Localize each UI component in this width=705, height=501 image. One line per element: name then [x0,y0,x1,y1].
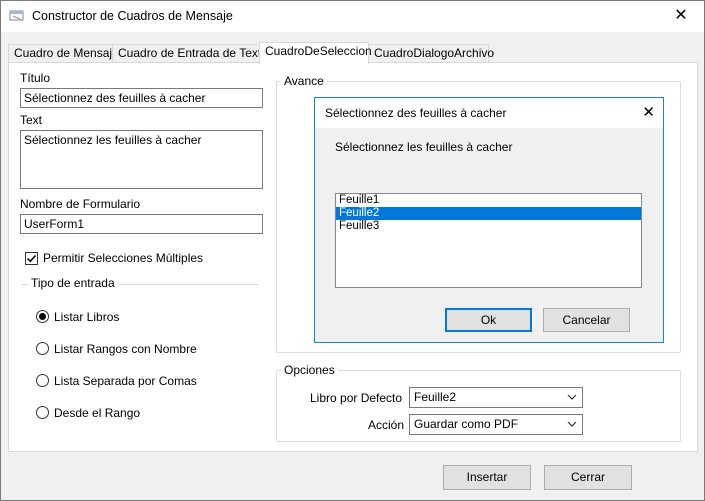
tab-label: CuadroDeSeleccion [265,44,372,58]
radio-list-books-label: Listar Libros [54,310,120,324]
close-button[interactable]: Cerrar [544,465,632,490]
multi-select-label: Permitir Selecciones Múltiples [43,251,204,265]
list-item[interactable]: Feuille2 [336,207,641,220]
close-icon: ✕ [674,7,688,24]
default-book-value: Feuille2 [414,390,457,404]
action-label: Acción [368,418,405,432]
options-legend: Opciones [281,363,338,377]
tab-label: Cuadro de Entrada de Texto [118,46,268,60]
preview-cancel-button[interactable]: Cancelar [543,308,630,332]
title-bar: Constructor de Cuadros de Mensaje ✕ [1,1,704,32]
tab-selection-box[interactable]: CuadroDeSeleccion [259,42,372,64]
list-item[interactable]: Feuille3 [336,220,641,233]
preview-prompt: Sélectionnez les feuilles à cacher [335,140,513,154]
insert-button[interactable]: Insertar [443,465,531,490]
chevron-down-icon [567,394,577,400]
radio-from-range[interactable] [36,406,49,419]
action-dropdown[interactable]: Guardar como PDF [409,414,583,435]
tab-label: CuadroDialogoArchivo [374,46,495,60]
close-icon[interactable]: ✕ [642,103,655,121]
radio-named-ranges-label: Listar Rangos con Nombre [54,342,197,356]
preview-dialog: Sélectionnez des feuilles à cacher ✕ Sél… [314,97,664,343]
input-type-legend: Tipo de entrada [28,276,118,290]
radio-comma-list[interactable] [36,374,49,387]
default-book-label: Libro por Defecto [310,391,403,405]
app-icon [9,9,25,23]
title-field-label: Título [20,71,51,85]
window-title: Constructor de Cuadros de Mensaje [32,9,233,23]
text-field[interactable]: Sélectionnez les feuilles à cacher [20,130,263,189]
preview-dialog-title: Sélectionnez des feuilles à cacher [325,106,507,120]
default-book-dropdown[interactable]: Feuille2 [409,387,583,408]
tab-label: Cuadro de Mensaje [14,46,119,60]
form-name-label: Nombre de Formulario [20,197,141,211]
window-close-button[interactable]: ✕ [658,1,704,32]
text-field-label: Text [20,113,43,127]
radio-named-ranges[interactable] [36,342,49,355]
tab-message-box[interactable]: Cuadro de Mensaje [8,44,119,63]
preview-ok-button[interactable]: Ok [445,308,532,332]
tab-input-box[interactable]: Cuadro de Entrada de Texto [112,44,268,63]
title-field[interactable]: Sélectionnez des feuilles à cacher [20,88,263,108]
list-item[interactable]: Feuille1 [336,194,641,207]
tab-file-dialog[interactable]: CuadroDialogoArchivo [368,44,494,63]
form-name-field[interactable]: UserForm1 [20,214,263,234]
multi-select-checkbox[interactable] [25,252,38,265]
radio-from-range-label: Desde el Rango [54,406,141,420]
preview-dialog-titlebar: Sélectionnez des feuilles à cacher ✕ [315,98,663,128]
chevron-down-icon [567,421,577,427]
preview-listbox[interactable]: Feuille1 Feuille2 Feuille3 [335,193,642,288]
main-window: Constructor de Cuadros de Mensaje ✕ Cuad… [0,0,705,501]
radio-comma-list-label: Lista Separada por Comas [54,374,197,388]
preview-legend: Avance [281,74,327,88]
checkmark-icon [26,254,37,263]
radio-list-books[interactable] [36,310,49,323]
action-value: Guardar como PDF [414,417,519,431]
